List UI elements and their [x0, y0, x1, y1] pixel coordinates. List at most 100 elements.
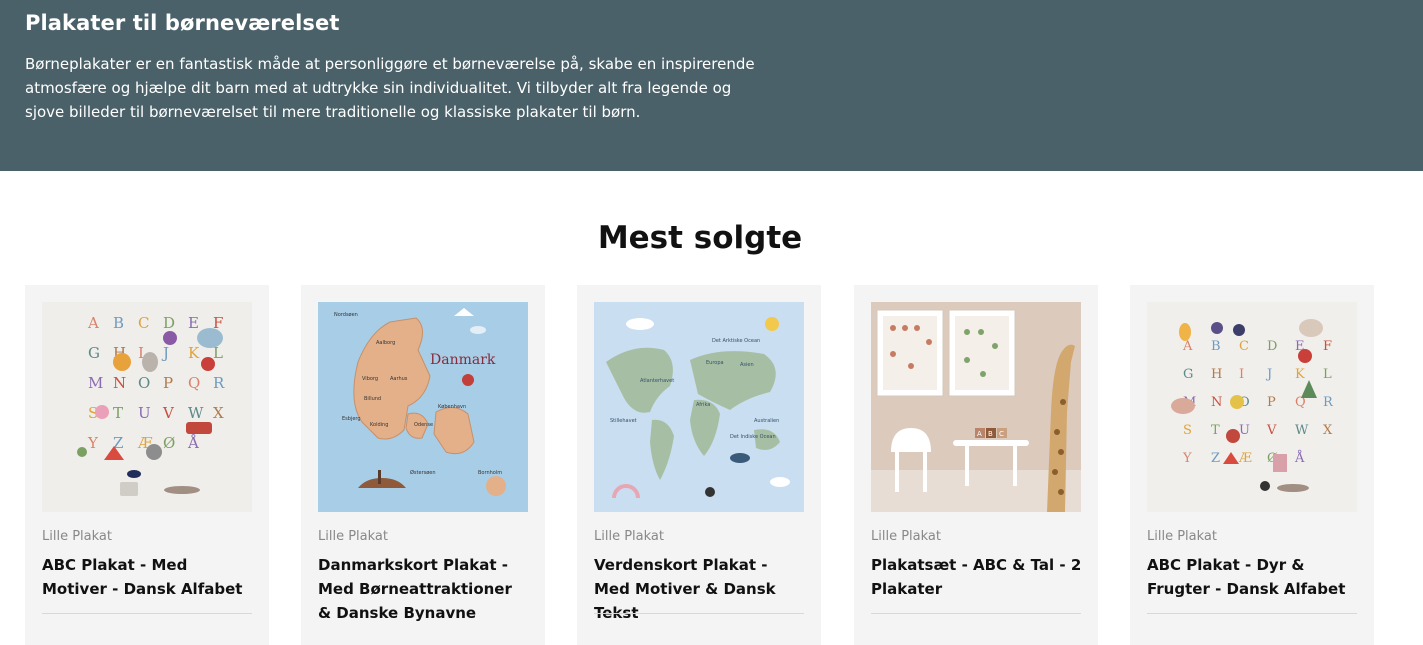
toy-block-letter: B	[988, 430, 993, 438]
poster-letter: V	[1266, 423, 1277, 438]
poster-letter: C	[138, 314, 149, 332]
poster-letter: I	[1239, 367, 1244, 382]
map-label: København	[438, 404, 466, 410]
poster-letter: O	[138, 374, 150, 392]
poster-letter: E	[188, 314, 199, 332]
poster-letter: J	[161, 344, 169, 362]
poster-letter: T	[1211, 423, 1220, 438]
poster-letter: X	[213, 404, 224, 422]
card-divider	[1147, 613, 1357, 614]
map-label: Afrika	[696, 402, 710, 408]
product-card[interactable]: Danmark Nordsøen Aalborg Viborg Aarhus Billu…	[301, 285, 545, 645]
product-card[interactable]: ABC Lille Plakat Plakatsæt - ABC & Tal -…	[854, 285, 1098, 645]
product-image[interactable]: ABCDEFGHIJKLMNOPQRSTUVWXYZÆØÅ	[1147, 302, 1357, 512]
poster-letter: F	[1323, 339, 1332, 354]
toy-block-letter: A	[977, 430, 982, 438]
poster-letter: B	[1211, 339, 1221, 354]
product-card[interactable]: ABCDEFGHIJKLMNOPQRSTUVWXYZÆØÅ Lille Plak…	[1130, 285, 1374, 645]
product-vendor: Lille Plakat	[871, 529, 941, 544]
map-label: Esbjerg	[342, 416, 361, 422]
poster-letter: H	[1211, 367, 1222, 382]
card-divider	[871, 613, 1081, 614]
poster-letter: C	[1239, 339, 1249, 354]
poster-letter: N	[113, 374, 126, 392]
poster-letter: Z	[1211, 451, 1220, 466]
map-label: Det Indiske Ocean	[730, 434, 776, 440]
map-label: Det Arktiske Ocean	[712, 338, 760, 344]
poster-letter: P	[1267, 395, 1276, 410]
poster-letter: L	[1323, 367, 1332, 382]
poster-letter: R	[1323, 395, 1334, 410]
poster-letter: Å	[187, 434, 199, 452]
map-label: Viborg	[362, 376, 378, 382]
poster-letter: W	[1295, 423, 1309, 438]
collection-description: Børneplakater er en fantastisk måde at p…	[25, 55, 755, 121]
product-card[interactable]: Det Arktiske Ocean Europa Asien Afrika Still…	[577, 285, 821, 645]
map-label: Europa	[706, 360, 724, 366]
product-vendor: Lille Plakat	[1147, 529, 1217, 544]
poster-letter: Q	[188, 374, 200, 392]
product-title[interactable]: Verdenskort Plakat - Med Motiver & Dansk…	[594, 553, 806, 625]
poster-letter: U	[138, 404, 151, 422]
poster-letter: G	[88, 344, 100, 362]
map-label: Østersøen	[410, 469, 436, 476]
poster-letter: V	[162, 404, 175, 422]
abc-animals-fruit-poster-illustration: ABCDEFGHIJKLMNOPQRSTUVWXYZÆØÅ	[1147, 302, 1357, 512]
poster-letter: Å	[1294, 450, 1305, 466]
collection-hero: Plakater til børneværelset Børneplakater…	[0, 0, 1423, 171]
poster-letter: S	[1183, 423, 1192, 438]
poster-letter: J	[1265, 367, 1272, 382]
product-image[interactable]: ABC	[871, 302, 1081, 512]
poster-letter: T	[113, 404, 123, 422]
poster-letter: B	[113, 314, 124, 332]
card-divider	[42, 613, 252, 614]
product-title[interactable]: Danmarkskort Plakat - Med Børneattraktio…	[318, 553, 530, 625]
world-map-illustration: Det Arktiske Ocean Europa Asien Afrika Still…	[594, 302, 804, 512]
poster-letter: N	[1211, 395, 1222, 410]
product-title[interactable]: Plakatsæt - ABC & Tal - 2 Plakater	[871, 553, 1083, 601]
poster-letter: X	[1323, 423, 1333, 438]
map-label: Kolding	[370, 422, 388, 428]
poster-letter: Ø	[163, 434, 175, 452]
poster-letter: R	[213, 374, 225, 392]
abc-poster-illustration: A B C D E FG H I J K LM N O P Q RS T U V W XY Z Æ Ø Å	[42, 302, 252, 512]
card-divider	[594, 613, 804, 614]
poster-letter: G	[1183, 367, 1193, 382]
product-title[interactable]: ABC Plakat - Dyr & Frugter - Dansk Alfab…	[1147, 553, 1359, 601]
map-label: Asien	[740, 362, 754, 368]
product-vendor: Lille Plakat	[318, 529, 388, 544]
poster-letter: D	[1267, 339, 1277, 354]
map-label: Billund	[364, 396, 381, 402]
map-label: Stillehavet	[610, 418, 637, 424]
product-title[interactable]: ABC Plakat - Med Motiver - Dansk Alfabet	[42, 553, 254, 601]
map-label: Bornholm	[478, 470, 502, 476]
poster-letter: Y	[1182, 451, 1192, 466]
product-card[interactable]: ABCDEFGHIJKLMNOPQRSTUVWXYZÆØÅ Lille Plak…	[25, 285, 269, 645]
map-label: Nordsøen	[334, 312, 358, 318]
poster-letter: D	[163, 314, 175, 332]
map-label: Odense	[414, 422, 433, 428]
poster-letter: A	[87, 314, 99, 332]
poster-set-room-photo: ABC	[871, 302, 1081, 512]
product-image[interactable]: Det Arktiske Ocean Europa Asien Afrika Still…	[594, 302, 804, 512]
poster-letter: Y	[87, 434, 99, 452]
poster-letter: W	[188, 404, 204, 422]
map-label: Atlanterhavet	[640, 378, 674, 384]
poster-letter: K	[1295, 367, 1305, 382]
denmark-map-illustration: Danmark Nordsøen Aalborg Viborg Aarhus Billu…	[318, 302, 528, 512]
poster-letter: M	[88, 374, 103, 392]
poster-letter: U	[1239, 423, 1250, 438]
product-vendor: Lille Plakat	[594, 529, 664, 544]
bestsellers-heading: Mest solgte	[597, 220, 803, 256]
map-label: Australien	[754, 418, 779, 424]
product-image[interactable]: Danmark Nordsøen Aalborg Viborg Aarhus Billu…	[318, 302, 528, 512]
poster-letter: K	[188, 344, 200, 362]
map-label: Aarhus	[390, 376, 408, 382]
poster-letter: P	[163, 374, 173, 392]
collection-title: Plakater til børneværelset	[25, 11, 340, 35]
poster-letter: A	[1182, 339, 1193, 354]
map-label: Aalborg	[376, 340, 395, 346]
map-title: Danmark	[430, 352, 496, 368]
product-image[interactable]: ABCDEFGHIJKLMNOPQRSTUVWXYZÆØÅ	[42, 302, 252, 512]
toy-block-letter: C	[999, 430, 1004, 438]
